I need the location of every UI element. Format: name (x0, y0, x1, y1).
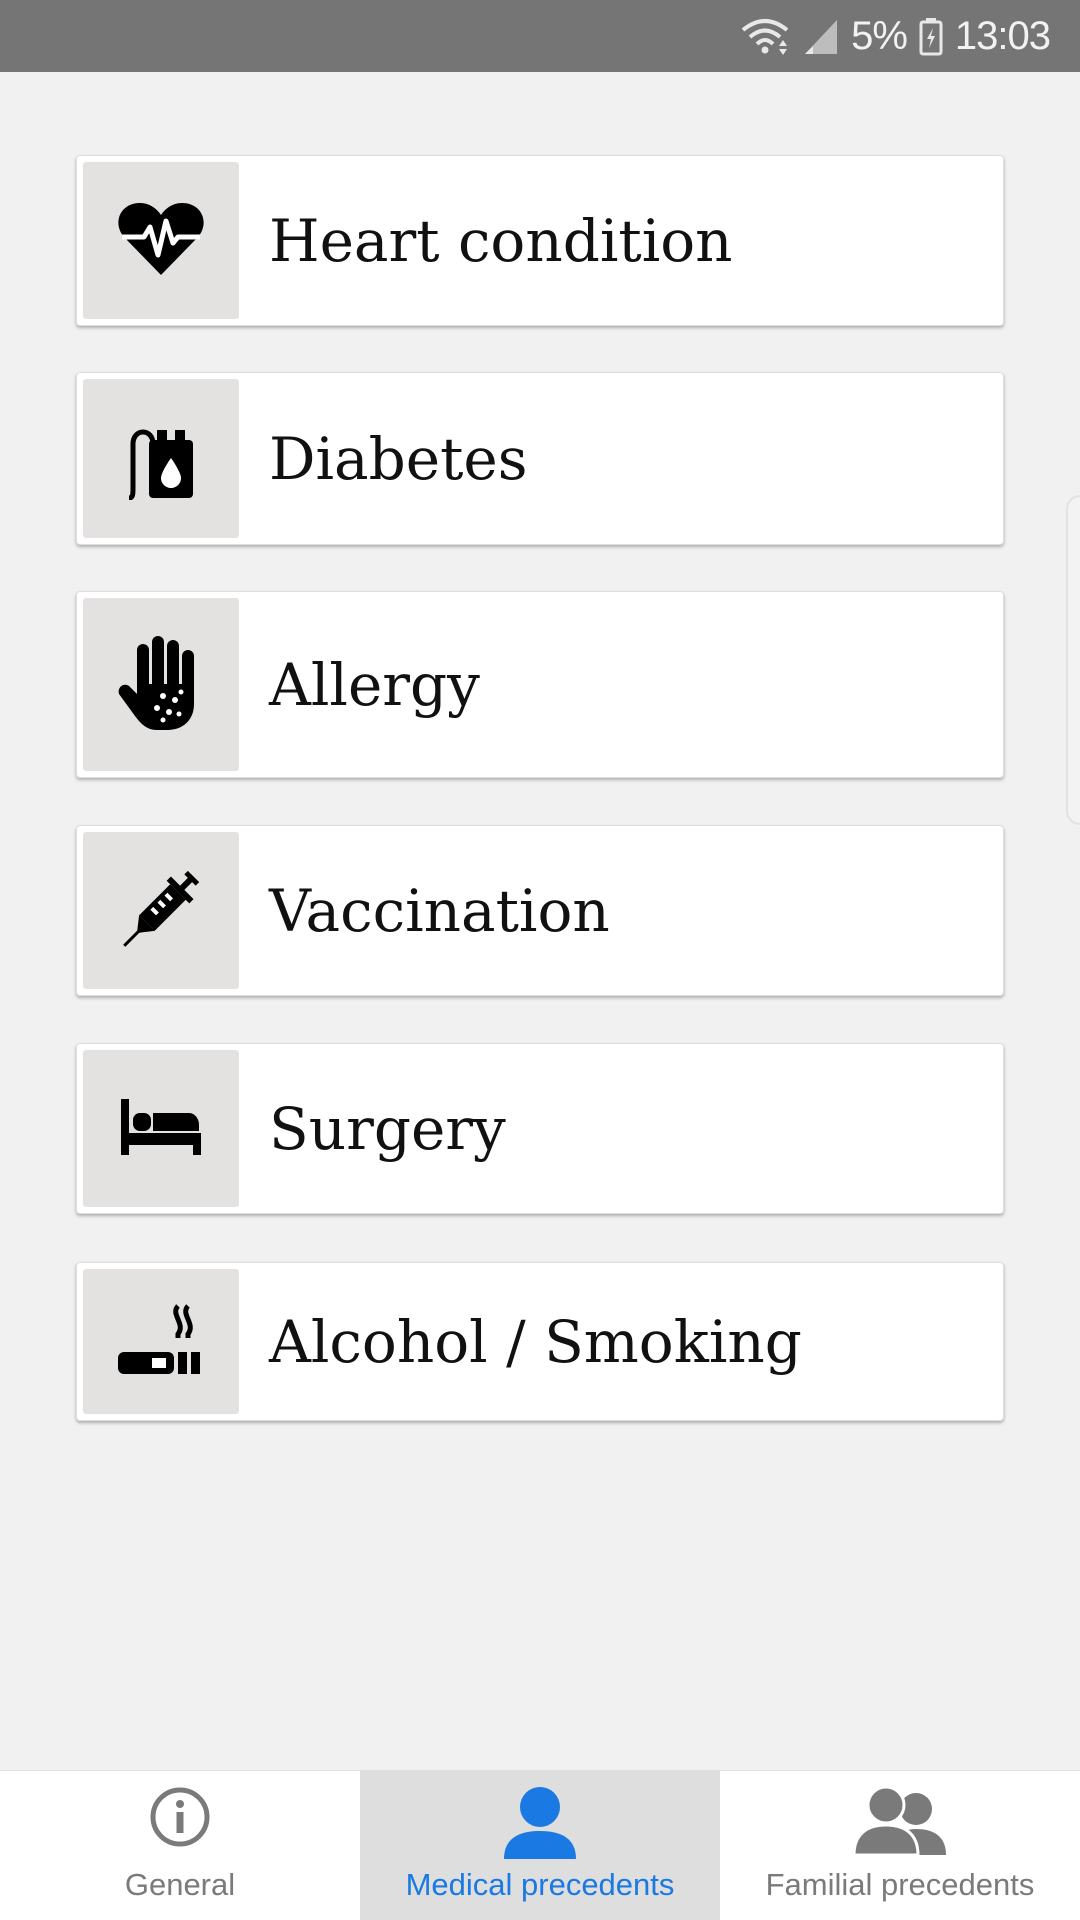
bed-icon (121, 1098, 201, 1159)
wifi-icon (739, 16, 791, 56)
icon-box (83, 1050, 239, 1207)
status-bar: 5% 13:03 (0, 0, 1080, 72)
tab-general[interactable]: General (0, 1771, 360, 1920)
bottom-nav: General Medical precedents Familial prec… (0, 1770, 1080, 1920)
tab-medical-precedents[interactable]: Medical precedents (360, 1771, 720, 1920)
person-icon (502, 1785, 578, 1869)
syringe-icon (117, 865, 205, 957)
cigarette-icon (118, 1303, 204, 1380)
tab-label: Medical precedents (405, 1867, 675, 1902)
list-item-label: Alcohol / Smoking (269, 1307, 802, 1376)
list-item-label: Heart condition (269, 206, 733, 275)
tab-familial-precedents[interactable]: Familial precedents (720, 1771, 1080, 1920)
list-item-label: Allergy (269, 650, 480, 719)
list-item-heart-condition[interactable]: Heart condition (76, 155, 1004, 326)
tab-label: Familial precedents (765, 1867, 1035, 1902)
list-item-label: Diabetes (269, 424, 528, 493)
edge-panel-handle[interactable] (1066, 495, 1080, 825)
icon-box (83, 598, 239, 771)
icon-box (83, 832, 239, 989)
info-icon (148, 1785, 212, 1857)
clock: 13:03 (954, 13, 1051, 58)
list-item-diabetes[interactable]: Diabetes (76, 372, 1004, 545)
allergy-hand-icon (117, 634, 205, 736)
insulin-pump-icon (123, 414, 199, 504)
icon-box (83, 1269, 239, 1414)
list-item-surgery[interactable]: Surgery (76, 1043, 1004, 1214)
heart-pulse-icon (118, 201, 204, 281)
battery-percent: 5% (851, 13, 908, 58)
battery-icon (919, 16, 943, 56)
list-item-allergy[interactable]: Allergy (76, 591, 1004, 778)
list-item-label: Vaccination (269, 876, 610, 945)
signal-icon (803, 16, 839, 56)
list-item-vaccination[interactable]: Vaccination (76, 825, 1004, 996)
list-item-alcohol-smoking[interactable]: Alcohol / Smoking (76, 1262, 1004, 1421)
icon-box (83, 379, 239, 538)
tab-label: General (124, 1867, 236, 1902)
people-icon (852, 1785, 948, 1865)
list-item-label: Surgery (269, 1094, 506, 1163)
icon-box (83, 162, 239, 319)
